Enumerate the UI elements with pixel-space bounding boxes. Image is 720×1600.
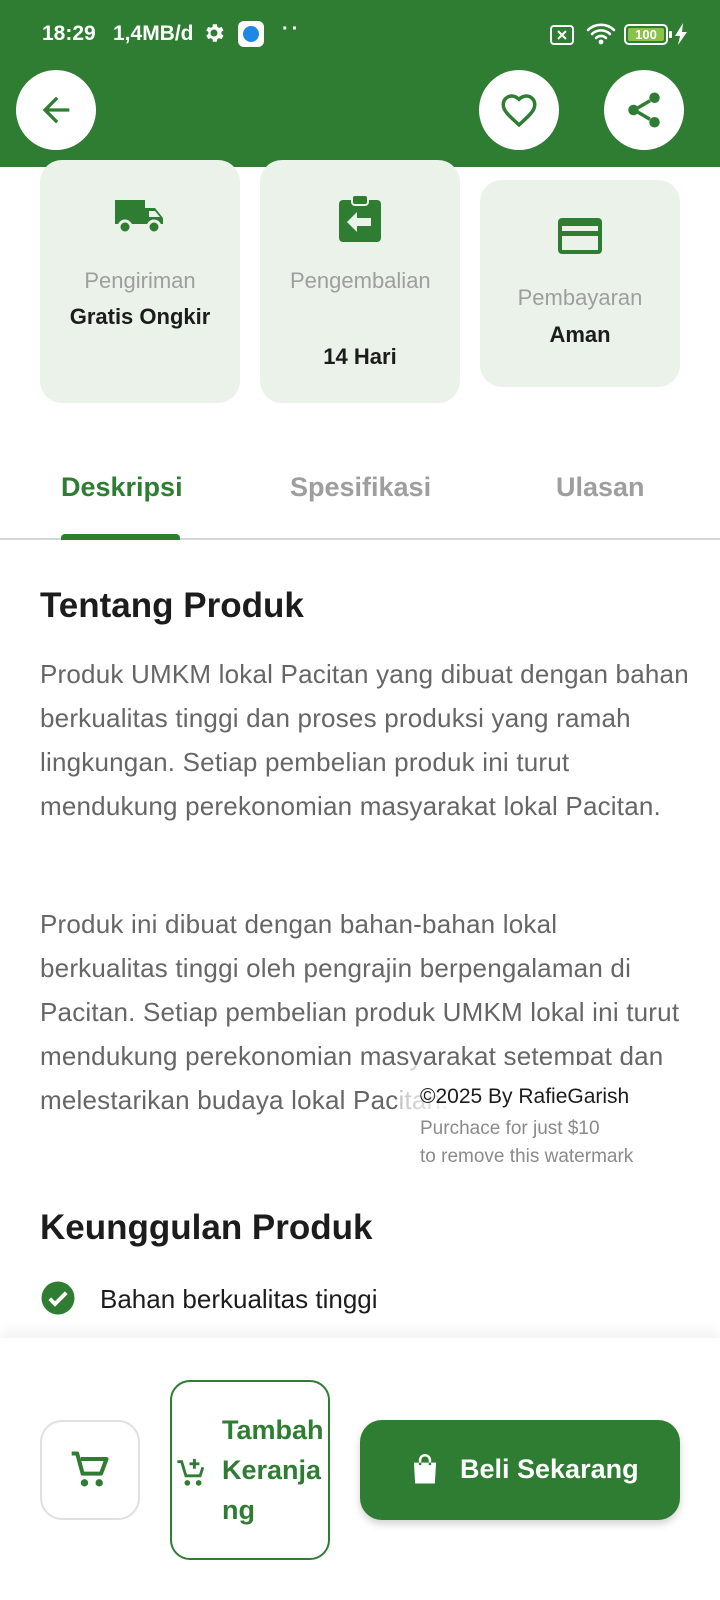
- info-card-label: Pengiriman: [84, 268, 196, 293]
- active-tab-indicator: [61, 534, 180, 540]
- advantage-text: Bahan berkualitas tinggi: [100, 1284, 378, 1314]
- shopping-cart-icon: [71, 1451, 109, 1487]
- share-button[interactable]: [604, 70, 684, 150]
- add-to-cart-label: Tambah Keranjang: [222, 1415, 324, 1525]
- share-icon: [628, 92, 660, 128]
- info-card-label: Pembayaran: [517, 285, 643, 310]
- info-card-shipping: Pengiriman Gratis Ongkir: [40, 160, 240, 403]
- heart-outline-icon: [501, 94, 537, 128]
- battery-level: 100: [628, 28, 664, 41]
- info-card-payment: Pembayaran Aman: [480, 180, 680, 387]
- credit-card-icon: [558, 218, 602, 254]
- shopping-bag-icon: [413, 1454, 437, 1484]
- add-to-cart-icon: [177, 1458, 205, 1486]
- no-sim-icon: [550, 25, 574, 45]
- status-time: 18:29: [42, 22, 96, 45]
- return-box-icon: [339, 194, 381, 242]
- cart-button[interactable]: [40, 1420, 140, 1520]
- tab-deskripsi[interactable]: Deskripsi: [61, 472, 183, 503]
- arrow-left-icon: [42, 96, 70, 124]
- favorite-button[interactable]: [479, 70, 559, 150]
- check-circle-icon: [41, 1281, 75, 1315]
- watermark-line: Purchace for just $10: [420, 1118, 600, 1139]
- info-card-value: 14 Hari: [323, 344, 397, 369]
- tab-spesifikasi[interactable]: Spesifikasi: [290, 472, 431, 503]
- battery-icon: 100: [624, 24, 672, 45]
- tab-ulasan[interactable]: Ulasan: [556, 472, 645, 503]
- back-button[interactable]: [16, 70, 96, 150]
- info-card-return: Pengembalian 14 Hari: [260, 160, 460, 403]
- status-data-speed: 1,4MB/d: [113, 22, 194, 45]
- info-card-label: Pengembalian: [290, 268, 431, 293]
- watermark-copyright: ©2025 By RafieGarish: [420, 1085, 630, 1108]
- advantages-title: Keunggulan Produk: [40, 1208, 373, 1247]
- watermark-note: Purchace for just $10 to remove this wat…: [420, 1115, 633, 1171]
- charging-icon: [675, 23, 687, 45]
- watermark-line: to remove this watermark: [420, 1146, 634, 1167]
- buy-now-button[interactable]: Beli Sekarang: [360, 1420, 680, 1520]
- status-bar: 18:29 1,4MB/d ·· 100: [0, 0, 720, 70]
- info-card-value: Gratis Ongkir: [69, 304, 211, 329]
- info-card-value: Aman: [549, 322, 611, 347]
- wifi-icon: [586, 23, 616, 45]
- buy-now-label: Beli Sekarang: [460, 1454, 639, 1484]
- add-to-cart-button[interactable]: Tambah Keranjang: [170, 1380, 330, 1560]
- product-tabs: Deskripsi Spesifikasi Ulasan: [0, 450, 720, 540]
- more-notifications-icon: ··: [282, 18, 302, 40]
- browser-app-icon: [238, 21, 264, 47]
- about-product-title: Tentang Produk: [40, 586, 304, 625]
- watermark: ©2025 By RafieGarish Purchace for just $…: [398, 1065, 658, 1167]
- gear-icon: [206, 24, 224, 42]
- truck-icon: [115, 200, 163, 235]
- description-paragraph: Produk UMKM lokal Pacitan yang dibuat de…: [40, 659, 689, 821]
